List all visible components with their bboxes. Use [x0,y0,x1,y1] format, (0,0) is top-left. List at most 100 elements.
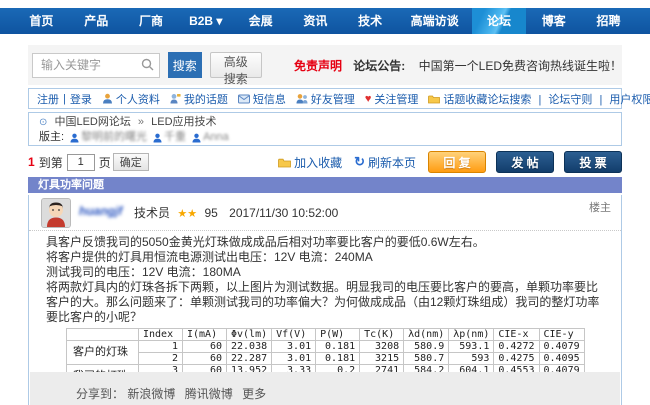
post-card: huangjf 技术员 ★★ 95 2017/11/30 10:52:00 楼主… [28,195,622,405]
table-cell: 593.1 [449,341,494,353]
nav-tab-home[interactable]: 首页 [14,8,69,34]
nav-tab-products[interactable]: 产品 [69,8,124,34]
post-paragraph: 将两款灯具内的灯珠各拆下两颗，以上图片为测试数据。明显我司的电压要比客户的要高，… [46,280,607,325]
userbar: 注册 | 登录 个人资料 我的话题 短信息 好友管理 ♥ 关注管理 话题收藏 论… [28,88,622,109]
moderator-link[interactable]: 千重 [153,130,186,145]
table-cell: 60 [183,353,227,365]
login-link[interactable]: 登录 [70,91,92,107]
page-unit-label: 页 [99,154,111,171]
user-rights-link[interactable]: 用户权限 [609,94,650,106]
nav-tab-interviews[interactable]: 高端访谈 [398,8,472,34]
author-name[interactable]: huangjf [79,204,122,218]
nav-tab-forum[interactable]: 论坛 [472,8,527,34]
my-topics-link[interactable]: 我的话题 [170,91,228,107]
thread-title: 灯具功率问题 [38,179,104,191]
author-score: 95 [204,206,217,220]
table-group-label: 客户的灯珠 [67,341,139,365]
nav-tab-vendors[interactable]: 厂商 [124,8,179,34]
forum-search-link[interactable]: 论坛搜索 [487,94,531,106]
heart-icon: ♥ [365,93,372,105]
thread-title-bar: 灯具功率问题 [28,177,622,193]
author-stars-icon: ★★ [177,208,197,220]
moderator-icon [192,133,201,143]
page-number[interactable]: 1 [28,155,35,169]
announcement-text[interactable]: 中国第一个LED免费咨询热线诞生啦！ [419,59,622,73]
share-link-more[interactable]: 更多 [242,387,266,401]
post-timestamp: 2017/11/30 10:52:00 [229,206,338,220]
add-favorite-link[interactable]: 加入收藏 [278,154,342,171]
share-label: 分享到： [76,387,124,401]
announcement-label: 论坛公告: [353,59,405,73]
moderator-link[interactable]: Anna [192,130,229,145]
moderator-icon [153,133,162,143]
nav-tab-blog[interactable]: 博客 [526,8,581,34]
person-icon [102,93,113,104]
table-cell: 0.4079 [539,341,584,353]
advanced-search-button[interactable]: 高级搜索 [210,52,262,78]
search-button[interactable]: 搜索 [168,52,202,78]
moderator-name: Anna [203,130,229,145]
search-band: 搜索 高级搜索 免责声明 论坛公告: 中国第一个LED免费咨询热线诞生啦！ [28,45,622,85]
measurement-table-head: IndexI(mA)Φv(lm)Vf(V)P(W)Tc(K)λd(nm)λp(n… [67,329,585,341]
table-cell: 0.4275 [494,353,539,365]
moderator-link[interactable]: 黎明前的曙光 [70,130,147,145]
top-nav: 首页 产品 厂商 B2B ▾ 会展 资讯 技术 高端访谈 论坛 博客 招聘 [0,8,650,34]
nav-tab-jobs[interactable]: 招聘 [581,8,636,34]
table-cell: 0.181 [316,341,360,353]
section-link[interactable]: LED应用技术 [151,116,216,128]
friends-link[interactable]: 好友管理 [296,91,355,107]
moderator-name: 黎明前的曙光 [81,130,147,145]
floor-badge: 楼主 [589,199,611,215]
table-header-cell: CIE-x [494,329,539,341]
nav-tab-exhibition[interactable]: 会展 [233,8,288,34]
table-cell: 22.287 [227,353,272,365]
nav-tab-tech[interactable]: 技术 [343,8,398,34]
table-cell: 580.7 [404,353,449,365]
avatar[interactable] [41,198,71,228]
share-link-tencent[interactable]: 腾讯微博 [185,387,233,401]
share-link-sina[interactable]: 新浪微博 [127,387,175,401]
vote-button[interactable]: 投 票 [564,151,622,173]
forum-rules-link[interactable]: 论坛守则 [548,94,592,106]
refresh-link[interactable]: ↻ 刷新本页 [354,154,416,171]
envelope-icon [238,94,250,104]
table-cell: 3.01 [272,341,316,353]
table-cell: 22.038 [227,341,272,353]
register-link[interactable]: 注册 [37,91,59,107]
table-header-cell [67,329,139,341]
follow-link[interactable]: ♥ 关注管理 [365,91,419,107]
favorite-folder-icon [278,157,291,168]
post-button[interactable]: 发 帖 [496,151,554,173]
table-cell: 3208 [360,341,404,353]
moderators-label: 版主: [39,130,64,145]
table-header-cell: Φv(lm) [227,329,272,341]
table-header-cell: Tc(K) [360,329,404,341]
moderator-icon [70,133,79,143]
page-input[interactable] [67,154,95,171]
table-row: 26022.2873.010.1813215580.75930.42750.40… [67,353,585,365]
messages-link[interactable]: 短信息 [238,91,286,107]
nav-tab-news[interactable]: 资讯 [288,8,343,34]
nav-tab-b2b[interactable]: B2B ▾ [178,8,233,34]
bullet-icon: ⊙ [39,117,47,128]
table-header-cell: λp(nm) [449,329,494,341]
confirm-button[interactable]: 确定 [113,153,149,171]
table-header-cell: λd(nm) [404,329,449,341]
table-cell: 593 [449,353,494,365]
table-header-cell: CIE-y [539,329,584,341]
disclaimer-link[interactable]: 免责声明 [294,59,342,73]
post-paragraph: 具客户反馈我司的5050金黄光灯珠做成成品后相对功率要比客户的要低0.6W左右。 [46,235,607,250]
forum-home-link[interactable]: 中国LED网论坛 [54,116,130,128]
topic-icon [170,93,181,104]
table-cell: 1 [139,341,183,353]
profile-link[interactable]: 个人资料 [102,91,160,107]
friends-icon [296,93,308,104]
goto-label: 到第 [39,154,63,171]
pager-row: 1 到第 页 确定 加入收藏 ↻ 刷新本页 回 复 发 帖 投 票 [28,150,622,174]
search-icon [141,58,154,76]
reply-button[interactable]: 回 复 [428,151,486,173]
table-header-cell: Index [139,329,183,341]
refresh-icon: ↻ [354,154,365,170]
favorites-link[interactable]: 话题收藏 [428,91,487,107]
post-header: huangjf 技术员 ★★ 95 2017/11/30 10:52:00 楼主 [29,195,621,231]
